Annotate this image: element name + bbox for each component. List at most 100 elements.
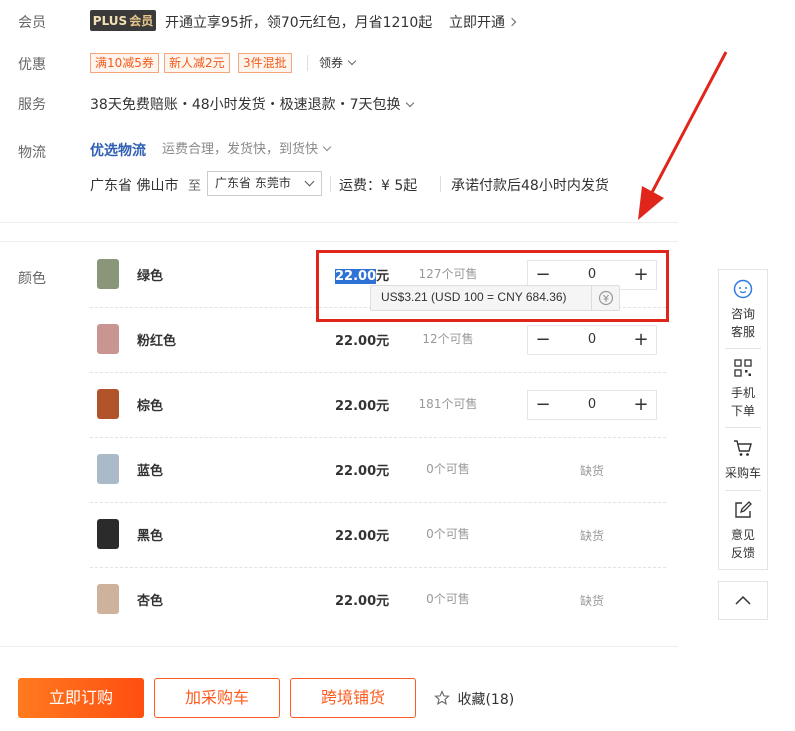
sku-row: 黑色 22.00元 0个可售 缺货: [90, 503, 666, 568]
sku-stock: 0个可售: [426, 592, 470, 606]
service-dropdown[interactable]: 38天免费赔账・48小时发货・极速退款・7天包换: [90, 94, 414, 114]
price-number: 22.00: [335, 464, 377, 479]
get-coupon-dropdown[interactable]: 领券: [319, 54, 357, 71]
product-thumbnail[interactable]: [97, 584, 119, 614]
coupon-tag[interactable]: 满10减5券: [90, 53, 159, 73]
chevron-down-icon: [347, 56, 357, 66]
sku-row: 蓝色 22.00元 0个可售 缺货: [90, 438, 666, 503]
sku-name: 棕色: [137, 399, 164, 414]
sku-name: 蓝色: [137, 464, 164, 479]
divider: [307, 55, 308, 71]
back-to-top-button[interactable]: [718, 581, 768, 620]
divider: [440, 176, 441, 192]
highlight-box: [316, 250, 669, 322]
purchase-cart-button[interactable]: 采购车: [719, 437, 767, 482]
sku-stock: 0个可售: [426, 527, 470, 541]
price-number: 22.00: [335, 594, 377, 609]
coupon-tag[interactable]: 新人减2元: [164, 53, 230, 73]
chevron-right-icon: [507, 17, 517, 27]
destination-select[interactable]: 广东省 东莞市: [207, 171, 322, 196]
sku-price: 22.00元: [335, 395, 389, 414]
sku-row: 杏色 22.00元 0个可售 缺货: [90, 568, 666, 633]
sku-row: 棕色 22.00元 181个可售 − 0 +: [90, 373, 666, 438]
shipping-promise: 承诺付款后48小时内发货: [451, 178, 609, 194]
logistics-desc: 运费合理，发货快，到货快: [162, 142, 319, 157]
side-label: 采购车: [724, 466, 761, 480]
price-unit: 元: [376, 334, 390, 349]
divider: [330, 176, 331, 192]
side-label: 咨询: [730, 307, 755, 321]
out-of-stock-label: 缺货: [580, 529, 605, 543]
sku-name: 绿色: [137, 269, 164, 284]
increase-button[interactable]: +: [626, 391, 656, 419]
chat-icon: [733, 279, 753, 299]
plus-member-badge: PLUS 会员: [90, 10, 156, 31]
sku-price: 22.00元: [335, 460, 389, 479]
open-membership-label: 立即开通: [449, 15, 505, 31]
coupon-tag[interactable]: 3件混批: [238, 53, 292, 73]
section-divider: [0, 646, 678, 647]
favorite-button[interactable]: 收藏(18): [434, 689, 514, 709]
increase-button[interactable]: +: [626, 326, 656, 354]
logistics-brand: 优选物流: [90, 143, 146, 159]
side-label: 反馈: [730, 546, 755, 560]
annotation-arrow-icon: [638, 51, 728, 220]
price-number: 22.00: [335, 529, 377, 544]
chevron-down-icon: [405, 98, 414, 108]
price-unit: 元: [376, 529, 390, 544]
divider: [725, 427, 761, 428]
star-icon: [434, 690, 450, 706]
ship-to-label: 至: [188, 179, 202, 194]
product-thumbnail[interactable]: [97, 324, 119, 354]
color-label: 颜色: [18, 271, 46, 287]
cross-border-button[interactable]: 跨境铺货: [290, 678, 416, 718]
product-thumbnail[interactable]: [97, 389, 119, 419]
side-label: 意见: [730, 528, 755, 542]
divider: [725, 348, 761, 349]
cart-icon: [734, 440, 752, 456]
destination-value: 广东省 东莞市: [215, 176, 291, 190]
side-label: 手机: [730, 386, 755, 400]
price-unit: 元: [376, 399, 390, 414]
mobile-order-button[interactable]: 手机 下单: [719, 357, 767, 420]
sku-price: 22.00元: [335, 590, 389, 609]
price-unit: 元: [376, 464, 390, 479]
price-unit: 元: [376, 594, 390, 609]
edit-icon: [735, 501, 752, 518]
out-of-stock-label: 缺货: [580, 594, 605, 608]
sku-name: 黑色: [137, 529, 164, 544]
plus-badge-text: PLUS: [92, 13, 128, 28]
side-toolbar: 咨询 客服 手机 下单 采购车 意见 反馈: [718, 269, 768, 570]
add-to-cart-button[interactable]: 加采购车: [154, 678, 280, 718]
service-label: 服务: [18, 97, 46, 113]
chevron-down-icon: [304, 176, 315, 187]
decrease-button[interactable]: −: [528, 391, 558, 419]
buy-now-button[interactable]: 立即订购: [18, 678, 144, 718]
side-label: 下单: [730, 404, 755, 418]
divider: [725, 490, 761, 491]
product-thumbnail[interactable]: [97, 519, 119, 549]
feedback-button[interactable]: 意见 反馈: [719, 499, 767, 562]
decrease-button[interactable]: −: [528, 326, 558, 354]
price-number: 22.00: [335, 334, 377, 349]
chevron-up-icon: [735, 595, 751, 605]
product-thumbnail[interactable]: [97, 454, 119, 484]
sku-price: 22.00元: [335, 330, 389, 349]
sku-price: 22.00元: [335, 525, 389, 544]
quantity-input[interactable]: 0: [558, 391, 626, 419]
chevron-down-icon: [322, 142, 332, 152]
product-thumbnail[interactable]: [97, 259, 119, 289]
sku-stock: 181个可售: [418, 397, 478, 411]
open-membership-link[interactable]: 立即开通: [449, 12, 517, 32]
qr-code-icon: [734, 359, 752, 377]
logistics-desc-dropdown[interactable]: 运费合理，发货快，到货快: [162, 138, 332, 157]
logistics-label: 物流: [18, 145, 46, 161]
favorite-count: 收藏(18): [457, 692, 515, 708]
customer-service-button[interactable]: 咨询 客服: [719, 278, 767, 341]
quantity-stepper: − 0 +: [527, 390, 657, 420]
sku-stock: 12个可售: [422, 332, 474, 346]
sku-stock: 0个可售: [426, 462, 470, 476]
sku-name: 杏色: [137, 594, 164, 609]
quantity-input[interactable]: 0: [558, 326, 626, 354]
section-divider: [0, 241, 678, 242]
